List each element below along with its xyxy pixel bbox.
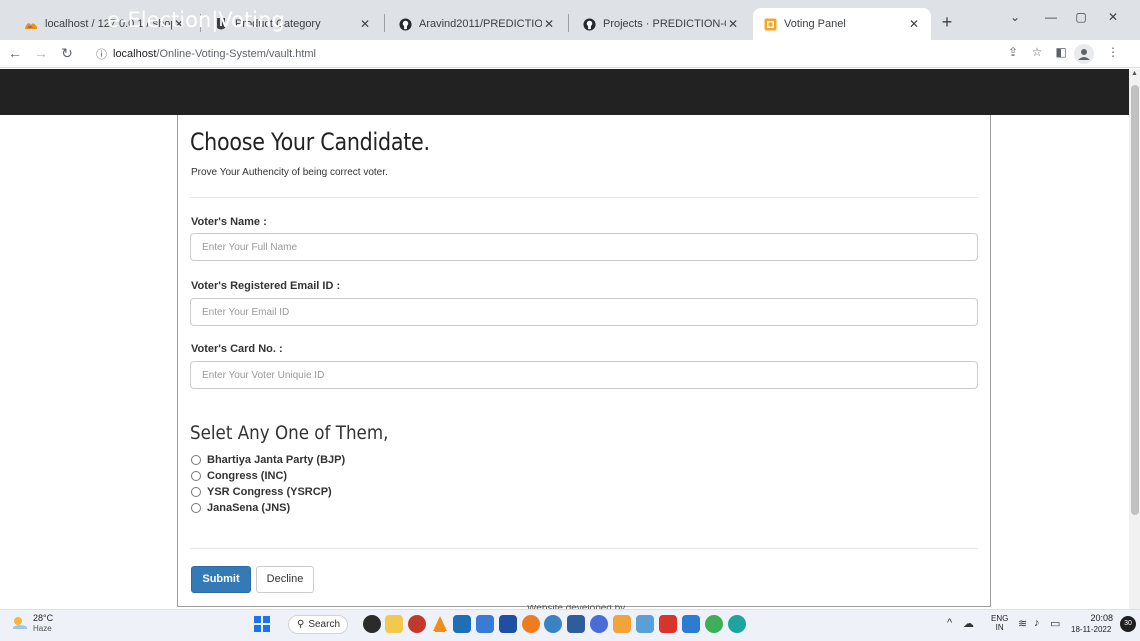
github-desktop-icon[interactable] [590,615,608,633]
side-panel-icon[interactable]: ◧ [1052,45,1070,59]
weather-condition: Haze [33,624,52,633]
office-icon[interactable] [659,615,677,633]
radio-button[interactable] [191,455,201,465]
language-indicator[interactable]: ENG IN [991,614,1008,632]
new-tab-button[interactable]: + [936,12,958,34]
voter-card-label: Voter's Card No. : [191,343,283,355]
reload-icon[interactable]: ↻ [58,45,76,62]
site-info-icon[interactable]: ⓘ [96,46,107,62]
photos-app-icon[interactable] [682,615,700,633]
radio-button[interactable] [191,487,201,497]
restore-window-icon[interactable]: ▢ [1066,10,1096,24]
phpmyadmin-icon [24,17,38,31]
volume-icon[interactable]: ♪ [1034,617,1040,629]
tab-close-icon[interactable]: ✕ [907,17,921,31]
page-title: Choose Your Candidate. [190,128,430,156]
brand-logo[interactable]: e-Election|Voting [107,8,285,32]
chrome-icon[interactable] [544,615,562,633]
windows-start-icon[interactable] [254,616,270,632]
party-option-ysrcp[interactable]: YSR Congress (YSRCP) [191,486,332,498]
clock-date[interactable]: 18-11-2022 [1071,625,1111,634]
profile-avatar-icon[interactable] [1074,44,1094,64]
github-icon [398,17,412,31]
radio-button[interactable] [191,503,201,513]
party-option-jns[interactable]: JanaSena (JNS) [191,502,290,514]
forward-arrow-icon[interactable]: → [32,45,50,61]
tab-separator [568,14,569,32]
party-option-label: Bhartiya Janta Party (BJP) [207,454,346,466]
url-path: /Online-Voting-System/vault.html [156,48,316,60]
weather-haze-icon[interactable] [11,615,29,631]
wifi-icon[interactable]: ≋ [1018,617,1027,630]
divider [190,197,978,198]
url-host: localhost [113,48,157,60]
party-option-label: YSR Congress (YSRCP) [207,486,332,498]
voter-email-label: Voter's Registered Email ID : [191,280,341,292]
battery-icon[interactable]: ▭ [1050,617,1060,630]
vlc-icon[interactable] [431,615,449,633]
file-explorer-icon[interactable] [385,615,403,633]
language-region: IN [995,623,1004,632]
share-icon[interactable]: ⇪ [1004,45,1022,59]
voter-name-input[interactable] [190,233,978,261]
notification-badge[interactable]: 30 [1120,616,1136,632]
party-select-heading: Selet Any One of Them, [190,422,389,444]
tab-search-chevron-icon[interactable]: ⌄ [1000,10,1030,24]
scroll-up-icon[interactable]: ▲ [1131,70,1138,77]
tab-close-icon[interactable]: ✕ [542,17,556,31]
minimize-window-icon[interactable]: — [1036,10,1066,24]
github-icon [582,17,596,31]
party-option-bjp[interactable]: Bhartiya Janta Party (BJP) [191,454,345,466]
party-option-label: JanaSena (JNS) [207,502,291,514]
chat-app-icon[interactable] [363,615,381,633]
tab-title: Aravind2011/PREDICTION-OF- [419,18,542,30]
party-option-label: Congress (INC) [207,470,288,482]
tab-title: Voting Panel [784,18,846,30]
tab-github-repo[interactable]: Aravind2011/PREDICTION-OF- ✕ [388,8,566,40]
tab-separator [384,14,385,32]
close-window-icon[interactable]: ✕ [1098,10,1128,24]
terminal-app-icon[interactable] [476,615,494,633]
page-subtitle: Prove Your Authencity of being correct v… [191,167,388,178]
firefox-icon[interactable] [522,615,540,633]
voter-card-input[interactable] [190,361,978,389]
code-editor-icon[interactable] [636,615,654,633]
edge-icon[interactable] [728,615,746,633]
voter-email-input[interactable] [190,298,978,326]
taskbar-search-label: Search [308,619,341,630]
calculator-app-icon[interactable] [453,615,471,633]
decline-button[interactable]: Decline [256,566,314,593]
tab-voting-panel[interactable]: Voting Panel ✕ [753,8,931,40]
radio-button[interactable] [191,471,201,481]
tools-app-icon[interactable] [705,615,723,633]
voting-panel-icon [763,17,777,31]
weather-temp: 28°C [33,613,54,623]
tab-title: Projects · PREDICTION-OF-BRI [603,18,726,30]
bookmark-star-icon[interactable]: ☆ [1028,45,1046,59]
back-arrow-icon[interactable]: ← [6,45,24,61]
site-navbar [0,69,1140,115]
divider [190,548,978,549]
voting-panel-taskbar-icon[interactable] [613,615,631,633]
search-icon: ⚲ [297,619,305,630]
tab-github-projects[interactable]: Projects · PREDICTION-OF-BRI ✕ [572,8,750,40]
media-app-icon[interactable] [408,615,426,633]
url-field[interactable]: ⓘ localhost /Online-Voting-System/vault.… [96,43,976,65]
language-code: ENG [991,614,1009,623]
taskbar-search[interactable]: ⚲ Search [288,615,348,634]
submit-button[interactable]: Submit [191,566,251,593]
clock-time[interactable]: 20:08 [1087,614,1113,623]
party-option-inc[interactable]: Congress (INC) [191,470,287,482]
tab-close-icon[interactable]: ✕ [358,17,372,31]
notes-app-icon[interactable] [567,615,585,633]
tab-close-icon[interactable]: ✕ [726,17,740,31]
scrollbar-thumb[interactable] [1131,85,1139,515]
voter-name-label: Voter's Name : [191,216,267,228]
onedrive-icon[interactable]: ☁ [963,617,974,630]
show-hidden-icons-icon[interactable]: ^ [947,617,952,629]
mail-app-icon[interactable] [499,615,517,633]
browser-menu-icon[interactable]: ⋮ [1104,45,1122,59]
